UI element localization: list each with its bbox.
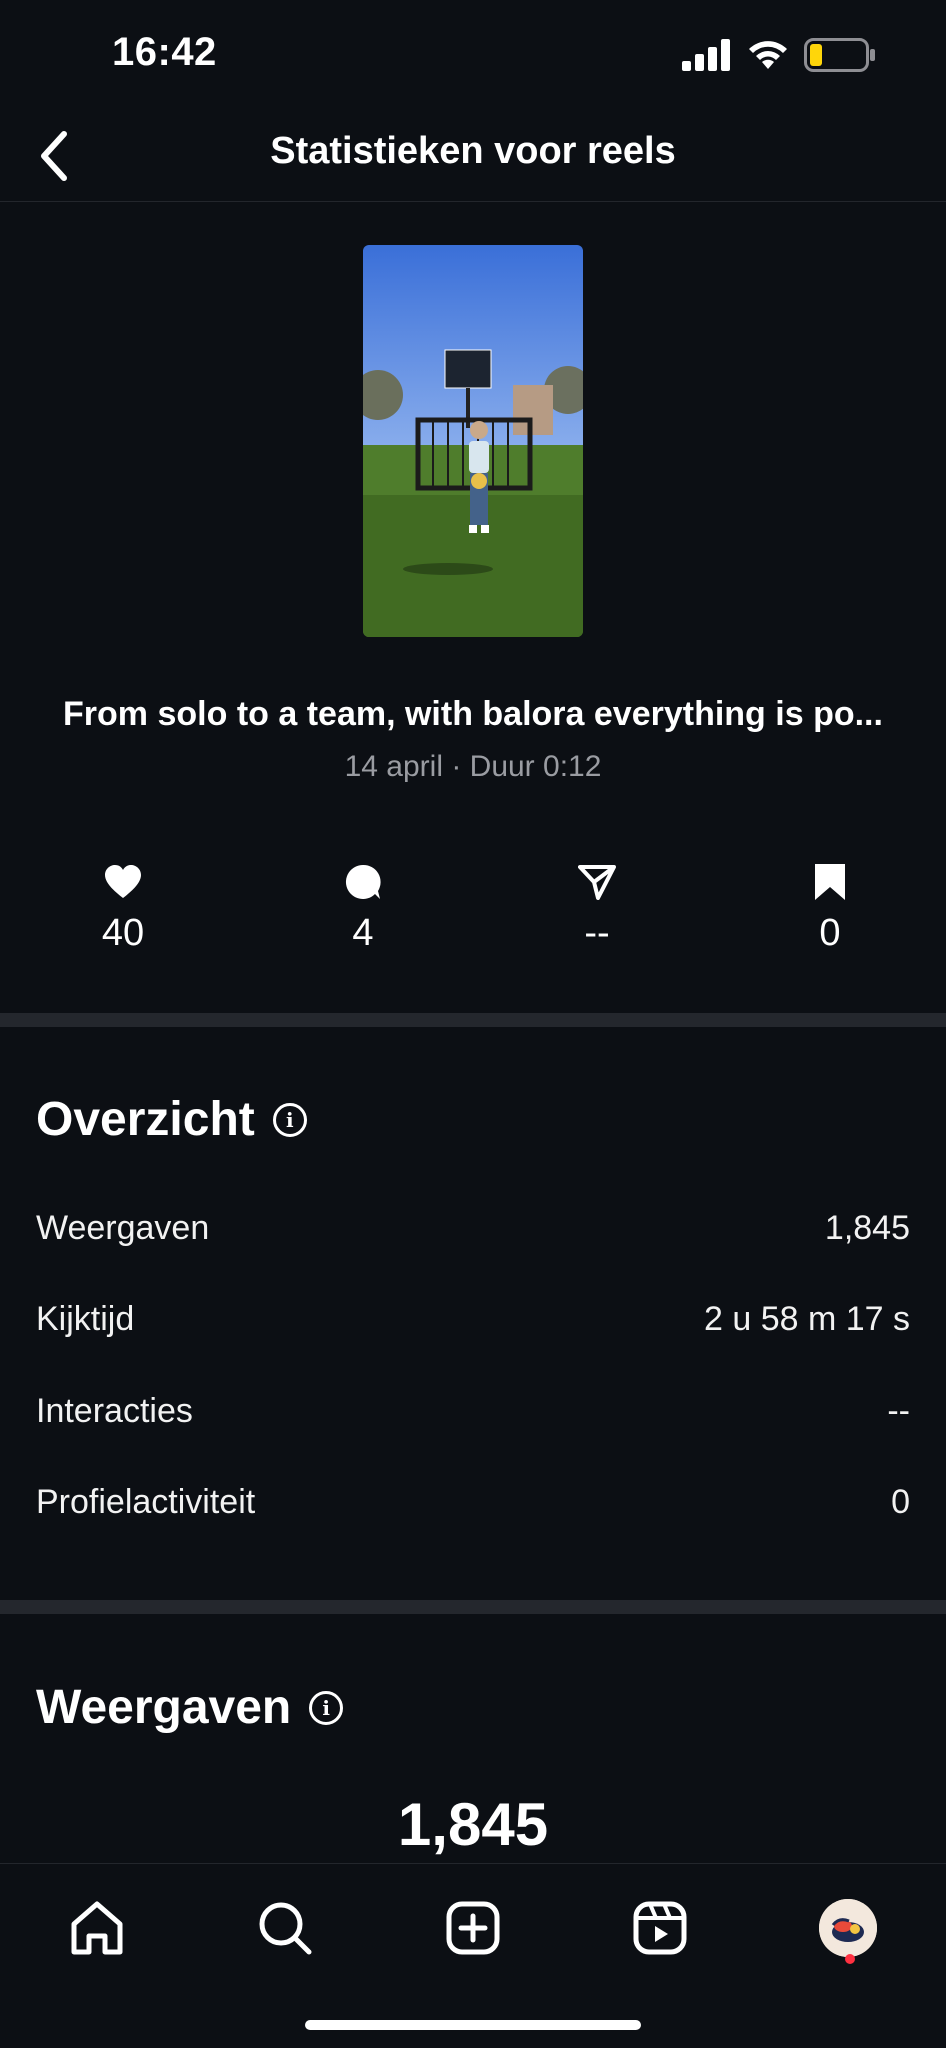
overview-row: Profielactiviteit 0 bbox=[36, 1472, 910, 1532]
search-icon bbox=[259, 1902, 312, 1955]
header: Statistieken voor reels bbox=[0, 110, 946, 202]
status-icons bbox=[682, 38, 876, 72]
shares-stat: -- bbox=[527, 860, 667, 955]
nav-search[interactable] bbox=[245, 1888, 325, 1968]
overview-row: Kijktijd 2 u 58 m 17 s bbox=[36, 1289, 910, 1349]
reel-caption: From solo to a team, with balora everyth… bbox=[63, 695, 883, 733]
overview-row: Interacties -- bbox=[36, 1381, 910, 1441]
reel-thumbnail[interactable] bbox=[363, 245, 583, 637]
page-title: Statistieken voor reels bbox=[270, 130, 676, 172]
likes-stat: 40 bbox=[53, 860, 193, 955]
comment-icon bbox=[345, 864, 381, 899]
views-title: Weergaven i bbox=[36, 1680, 344, 1735]
section-divider bbox=[0, 1600, 946, 1614]
info-icon[interactable]: i bbox=[272, 1102, 307, 1137]
nav-home[interactable] bbox=[57, 1888, 137, 1968]
overview-title-text: Overzicht bbox=[36, 1093, 255, 1146]
saves-count: 0 bbox=[819, 912, 841, 954]
overview-label: Interacties bbox=[36, 1391, 193, 1430]
create-icon bbox=[446, 1901, 500, 1955]
nav-create[interactable] bbox=[433, 1888, 513, 1968]
overview-row: Weergaven 1,845 bbox=[36, 1198, 910, 1258]
signal-icon bbox=[682, 39, 730, 71]
bookmark-icon bbox=[815, 864, 845, 900]
nav-reels[interactable] bbox=[620, 1888, 700, 1968]
engagement-stats: 40 4 -- 0 bbox=[0, 860, 946, 960]
overview-value: 0 bbox=[891, 1482, 910, 1521]
views-total: 1,845 bbox=[397, 1791, 549, 1858]
overview-value: 1,845 bbox=[824, 1208, 910, 1247]
comments-count: 4 bbox=[352, 912, 374, 954]
comments-stat: 4 bbox=[293, 860, 433, 955]
heart-icon bbox=[105, 865, 141, 898]
saves-stat: 0 bbox=[760, 860, 900, 955]
overview-label: Kijktijd bbox=[36, 1299, 135, 1338]
section-divider bbox=[0, 1013, 946, 1027]
overview-value: -- bbox=[887, 1391, 910, 1430]
info-icon[interactable]: i bbox=[309, 1690, 344, 1725]
profile-avatar bbox=[819, 1899, 877, 1957]
overview-title: Overzicht i bbox=[36, 1092, 307, 1147]
shares-count: -- bbox=[584, 912, 610, 954]
battery-icon bbox=[804, 38, 875, 72]
notification-dot bbox=[845, 1954, 855, 1964]
wifi-icon bbox=[749, 41, 787, 69]
views-title-text: Weergaven bbox=[36, 1681, 292, 1734]
overview-value: 2 u 58 m 17 s bbox=[703, 1299, 910, 1338]
reels-icon bbox=[633, 1901, 687, 1955]
likes-count: 40 bbox=[101, 912, 145, 954]
overview-label: Profielactiviteit bbox=[36, 1482, 256, 1521]
reel-meta: 14 april · Duur 0:12 bbox=[344, 750, 602, 783]
overview-label: Weergaven bbox=[36, 1208, 210, 1247]
status-time: 16:42 bbox=[112, 30, 217, 74]
home-indicator bbox=[305, 2020, 641, 2030]
home-icon bbox=[71, 1901, 123, 1955]
share-icon bbox=[578, 865, 616, 900]
status-bar: 16:42 bbox=[0, 0, 946, 110]
